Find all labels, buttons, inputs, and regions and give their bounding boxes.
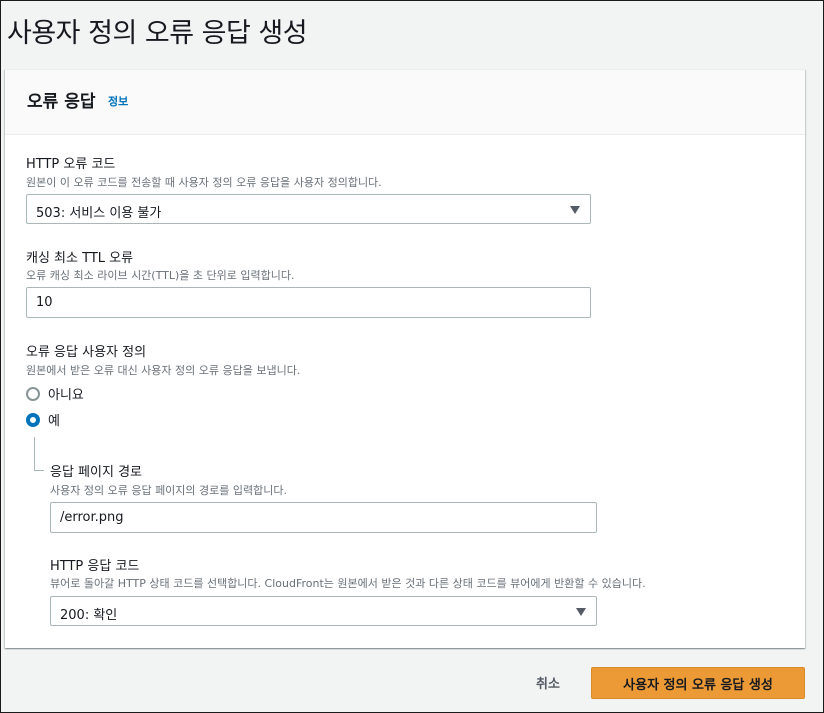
panel-title: 오류 응답: [27, 92, 96, 112]
min-ttl-input[interactable]: [26, 287, 591, 318]
tree-connector-branch: [34, 470, 44, 471]
radio-option-yes-label: 예: [48, 414, 60, 429]
info-link[interactable]: 정보: [108, 93, 128, 109]
http-response-code-description: 뷰어로 돌아갈 HTTP 상태 코드를 선택합니다. CloudFront는 원…: [50, 577, 646, 590]
radio-option-yes[interactable]: 예: [26, 410, 60, 429]
page-title: 사용자 정의 오류 응답 생성: [7, 18, 308, 49]
http-response-code-value: 200: 확인: [60, 608, 118, 623]
caret-down-icon: [570, 206, 580, 214]
radio-unchecked-icon[interactable]: [26, 386, 40, 401]
http-response-code-select[interactable]: 200: 확인: [50, 596, 597, 626]
tree-connector-line: [34, 437, 35, 470]
radio-checked-icon[interactable]: [26, 412, 40, 427]
response-page-path-label: 응답 페이지 경로: [50, 465, 142, 480]
min-ttl-description: 오류 캐싱 최소 라이브 시간(TTL)을 초 단위로 입력합니다.: [26, 269, 295, 282]
response-page-path-description: 사용자 정의 오류 응답 페이지의 경로를 입력합니다.: [50, 484, 287, 497]
http-error-code-value: 503: 서비스 이용 불가: [36, 206, 162, 221]
radio-option-no-label: 아니요: [48, 388, 84, 403]
response-page-path-input[interactable]: [50, 502, 597, 533]
caret-down-icon: [576, 608, 586, 616]
http-response-code-label: HTTP 응답 코드: [50, 559, 140, 574]
custom-response-description: 원본에서 받은 오류 대신 사용자 정의 오류 응답을 보냅니다.: [26, 364, 301, 377]
radio-option-no[interactable]: 아니요: [26, 384, 84, 403]
http-error-code-label: HTTP 오류 코드: [26, 157, 116, 172]
panel-header: 오류 응답 정보: [5, 70, 805, 135]
http-error-code-select[interactable]: 503: 서비스 이용 불가: [26, 194, 591, 224]
create-custom-error-response-button[interactable]: 사용자 정의 오류 응답 생성: [591, 667, 805, 699]
custom-response-label: 오류 응답 사용자 정의: [26, 345, 147, 360]
min-ttl-label: 캐싱 최소 TTL 오류: [26, 251, 134, 266]
http-error-code-description: 원본이 이 오류 코드를 전송할 때 사용자 정의 오류 응답을 사용자 정의합…: [26, 176, 382, 189]
cancel-button[interactable]: 취소: [521, 665, 575, 699]
